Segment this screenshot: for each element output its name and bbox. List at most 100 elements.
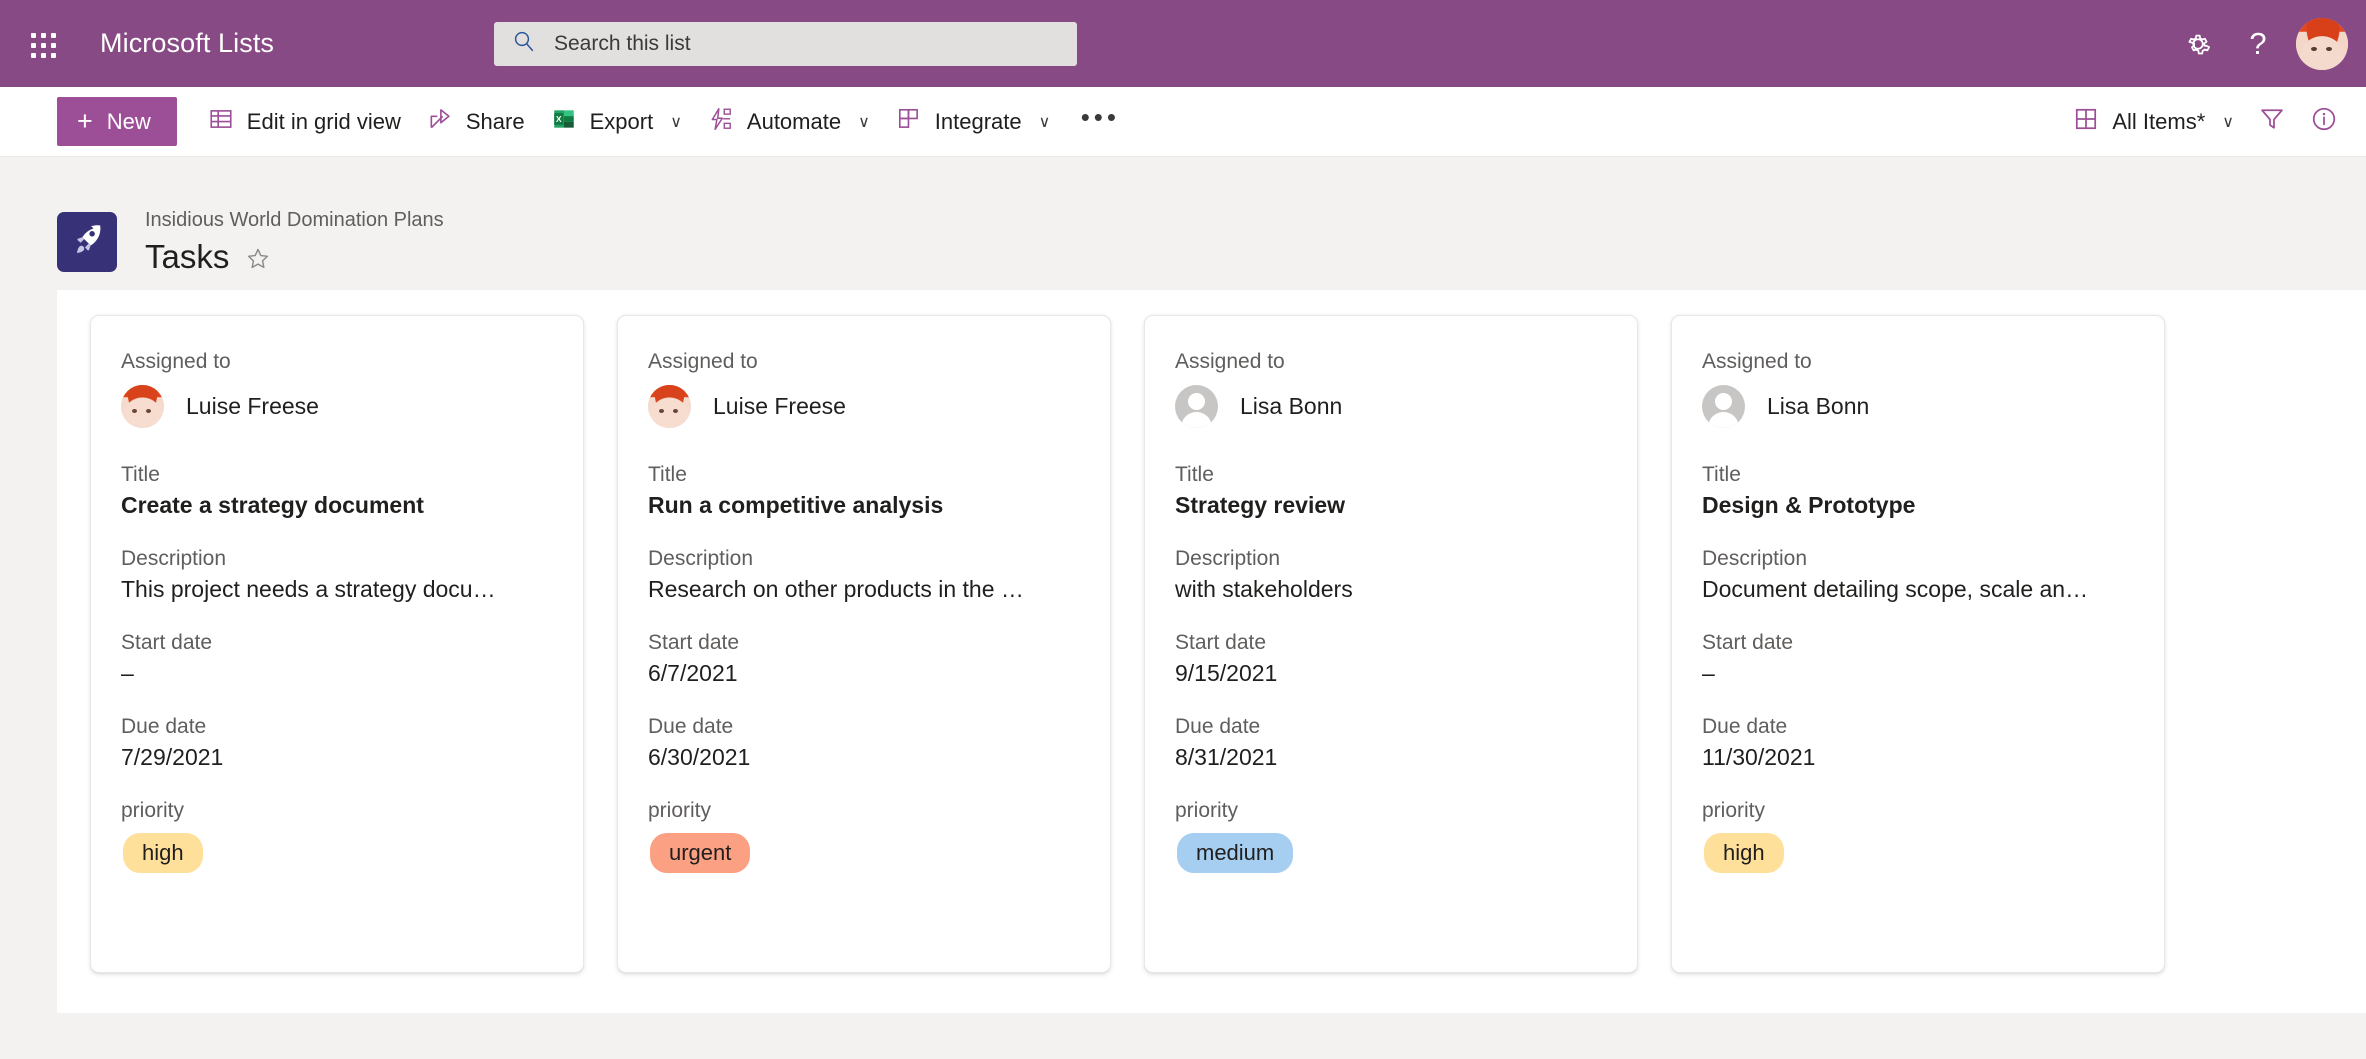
- priority-label: priority: [121, 799, 185, 822]
- description-label: Description: [648, 547, 754, 570]
- view-switcher-button[interactable]: All Items* ∨: [2061, 92, 2246, 152]
- start-date-value: –: [121, 660, 134, 686]
- assigned-to-field: Assigned to Luise Freese: [121, 348, 553, 428]
- edit-in-grid-view-button[interactable]: Edit in grid view: [195, 92, 414, 152]
- share-button[interactable]: Share: [414, 92, 538, 152]
- chevron-down-icon: ∨: [1038, 113, 1051, 131]
- title-label: Title: [121, 463, 160, 486]
- list-item-card[interactable]: Assigned to Luise Freese Title Create a …: [90, 315, 584, 973]
- assigned-to-field: Assigned to Luise Freese: [648, 348, 1080, 428]
- plus-icon: +: [77, 106, 93, 136]
- due-date-field: Due date 8/31/2021: [1175, 713, 1607, 773]
- description-label: Description: [1702, 547, 1808, 570]
- status-badge: high: [1704, 833, 1784, 873]
- status-badge: urgent: [650, 833, 751, 873]
- due-date-value: 7/29/2021: [121, 744, 224, 770]
- start-date-label: Start date: [648, 631, 740, 654]
- command-bar-right: All Items* ∨: [2043, 92, 2350, 152]
- description-field: Description with stakeholders: [1175, 545, 1607, 605]
- new-button-label: New: [106, 108, 151, 134]
- start-date-value: 9/15/2021: [1175, 660, 1278, 686]
- new-button[interactable]: + New: [57, 97, 177, 146]
- avatar: [1702, 385, 1745, 428]
- list-item-card[interactable]: Assigned to Lisa Bonn Title Design & Pro…: [1671, 315, 2165, 973]
- avatar-eye-left: [2310, 46, 2317, 51]
- start-date-label: Start date: [1702, 631, 1794, 654]
- assigned-to-label: Assigned to: [121, 350, 231, 373]
- automate-icon: [708, 106, 734, 138]
- description-value: Research on other products in the …: [648, 576, 1024, 602]
- start-date-field: Start date –: [121, 629, 553, 689]
- description-label: Description: [121, 547, 227, 570]
- assigned-to-field: Assigned to Lisa Bonn: [1175, 348, 1607, 428]
- view-grid-icon: [2073, 106, 2099, 138]
- avatar-face: [2296, 17, 2348, 70]
- list-item-card[interactable]: Assigned to Luise Freese Title Run a com…: [617, 315, 1111, 973]
- priority-field: priority high: [1702, 797, 2134, 873]
- view-label: All Items*: [2112, 108, 2206, 134]
- avatar: [1175, 385, 1218, 428]
- command-bar: + New Edit in grid view Share X Export ∨…: [0, 87, 2366, 157]
- description-value: This project needs a strategy docu…: [121, 576, 496, 602]
- description-value: Document detailing scope, scale an…: [1702, 576, 2089, 602]
- chevron-down-icon: ∨: [858, 113, 870, 131]
- help-glyph: ?: [2249, 26, 2267, 61]
- edit-in-grid-view-label: Edit in grid view: [246, 108, 401, 134]
- title-label: Title: [1175, 463, 1214, 486]
- assigned-to-value: Luise Freese: [713, 393, 846, 419]
- person-chip[interactable]: Luise Freese: [121, 385, 553, 428]
- search-container: Search this list: [494, 21, 1077, 66]
- title-value: Create a strategy document: [121, 492, 424, 518]
- search-placeholder: Search this list: [554, 31, 691, 55]
- priority-field: priority high: [121, 797, 553, 873]
- assigned-to-label: Assigned to: [1175, 350, 1285, 373]
- more-commands-button[interactable]: •••: [1073, 92, 1127, 152]
- integrate-button[interactable]: Integrate ∨: [883, 92, 1064, 152]
- search-input[interactable]: Search this list: [494, 21, 1077, 66]
- list-header: Insidious World Domination Plans Tasks: [0, 157, 2366, 290]
- priority-label: priority: [1175, 799, 1239, 822]
- site-name[interactable]: Insidious World Domination Plans: [145, 207, 444, 233]
- chevron-down-icon: ∨: [670, 113, 682, 131]
- priority-field: priority urgent: [648, 797, 1080, 873]
- assigned-to-label: Assigned to: [1702, 350, 1812, 373]
- description-field: Description This project needs a strateg…: [121, 545, 553, 605]
- assigned-to-value: Lisa Bonn: [1767, 393, 1870, 419]
- person-chip[interactable]: Lisa Bonn: [1702, 385, 2134, 428]
- assigned-to-value: Lisa Bonn: [1240, 393, 1343, 419]
- person-chip[interactable]: Lisa Bonn: [1175, 385, 1607, 428]
- start-date-value: 6/7/2021: [648, 660, 738, 686]
- person-chip[interactable]: Luise Freese: [648, 385, 1080, 428]
- app-launcher-icon[interactable]: [20, 22, 64, 66]
- export-label: Export: [589, 108, 654, 134]
- status-badge: high: [123, 833, 203, 873]
- suite-actions: ?: [2168, 14, 2352, 74]
- due-date-field: Due date 7/29/2021: [121, 713, 553, 773]
- due-date-label: Due date: [1175, 715, 1261, 738]
- help-icon[interactable]: ?: [2228, 14, 2288, 74]
- filter-button[interactable]: [2246, 92, 2298, 152]
- filter-funnel-icon: [2258, 105, 2286, 139]
- title-label: Title: [648, 463, 687, 486]
- user-avatar[interactable]: [2296, 17, 2348, 70]
- export-button[interactable]: X Export ∨: [538, 92, 695, 152]
- priority-label: priority: [1702, 799, 1766, 822]
- gear-icon[interactable]: [2168, 14, 2228, 74]
- start-date-field: Start date 6/7/2021: [648, 629, 1080, 689]
- priority-field: priority medium: [1175, 797, 1607, 873]
- due-date-value: 6/30/2021: [648, 744, 751, 770]
- gallery-view: Assigned to Luise Freese Title Create a …: [57, 290, 2366, 1013]
- app-title[interactable]: Microsoft Lists: [100, 28, 274, 59]
- excel-icon: X: [551, 106, 577, 138]
- grid-view-icon: [208, 106, 234, 138]
- star-icon[interactable]: [245, 242, 271, 272]
- title-label: Title: [1702, 463, 1741, 486]
- description-value: with stakeholders: [1175, 576, 1353, 602]
- integrate-icon: [896, 106, 922, 138]
- list-item-card[interactable]: Assigned to Lisa Bonn Title Strategy rev…: [1144, 315, 1638, 973]
- suite-bar: Microsoft Lists Search this list ?: [0, 0, 2366, 87]
- automate-button[interactable]: Automate ∨: [695, 92, 883, 152]
- automate-label: Automate: [746, 108, 842, 134]
- start-date-value: –: [1702, 660, 1715, 686]
- details-info-button[interactable]: [2298, 92, 2350, 152]
